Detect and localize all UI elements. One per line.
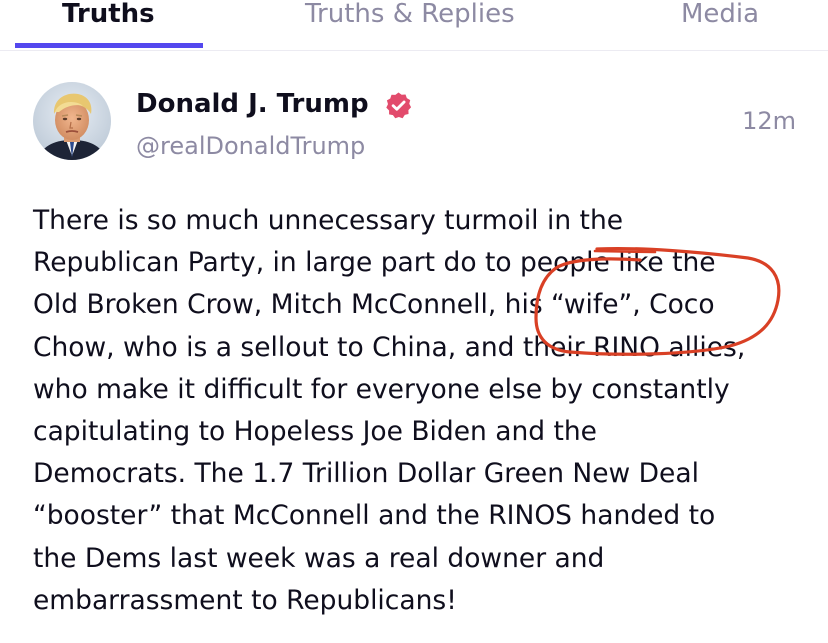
active-tab-indicator xyxy=(15,43,203,48)
avatar-image xyxy=(33,82,111,160)
post-body: There is so much unnecessary turmoil in … xyxy=(33,200,803,622)
profile-tabs: Truths Truths & Replies Media xyxy=(0,0,828,51)
post-timestamp[interactable]: 12m xyxy=(742,104,796,138)
post-line: Chow, who is a sellout to China, and the… xyxy=(33,331,746,363)
post-line: “booster” that McConnell and the RINOS h… xyxy=(33,500,716,532)
post-line: Old Broken Crow, Mitch McConnell, his “w… xyxy=(33,289,715,321)
author-handle[interactable]: @realDonaldTrump xyxy=(136,129,365,163)
tab-truths[interactable]: Truths xyxy=(62,0,155,32)
avatar[interactable] xyxy=(33,82,111,160)
post-line: who make it difficult for everyone else … xyxy=(33,373,730,405)
author-name[interactable]: Donald J. Trump xyxy=(136,86,369,122)
post-line: Democrats. The 1.7 Trillion Dollar Green… xyxy=(33,458,699,490)
post-line: There is so much unnecessary turmoil in … xyxy=(33,205,624,236)
verified-badge-icon xyxy=(386,92,412,119)
post-line: embarrassment to Republicans! xyxy=(33,584,457,616)
tab-truths-and-replies[interactable]: Truths & Replies xyxy=(305,0,515,32)
tab-media[interactable]: Media xyxy=(681,0,759,32)
post-line: capitulating to Hopeless Joe Biden and t… xyxy=(33,416,597,448)
post-line: the Dems last week was a real downer and xyxy=(33,542,605,574)
post-line: Republican Party, in large part do to pe… xyxy=(33,247,716,279)
